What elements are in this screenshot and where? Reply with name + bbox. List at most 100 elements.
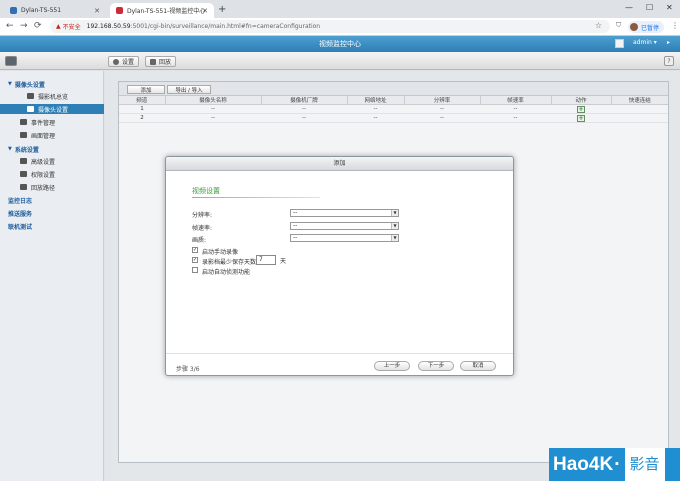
- col-channel[interactable]: 频道: [119, 96, 166, 105]
- cell-channel: 1: [119, 104, 165, 114]
- sidebar-link-push[interactable]: 推送服务: [0, 208, 104, 218]
- add-icon[interactable]: +: [577, 105, 585, 113]
- dialog-footer-divider: [166, 353, 513, 354]
- profile-button[interactable]: 已暂停: [628, 21, 665, 33]
- sidebar-item-advanced[interactable]: 高级设置: [0, 156, 104, 166]
- prev-step-button[interactable]: 上一步: [374, 361, 410, 371]
- back-button[interactable]: ←: [6, 21, 14, 31]
- table-row[interactable]: 1 -- -- -- -- -- +: [119, 104, 668, 114]
- minimize-button[interactable]: —: [625, 3, 633, 12]
- sidebar-item-label: 回放路径: [31, 184, 56, 192]
- resolution-select[interactable]: -- ▼: [290, 209, 399, 217]
- sidebar-group-system[interactable]: ▼ 系统设置: [0, 144, 104, 154]
- bookmark-star-icon[interactable]: ☆: [595, 21, 602, 30]
- sidebar-item-label: 高级设置: [31, 158, 56, 166]
- close-tab-icon[interactable]: ✕: [202, 7, 208, 15]
- toggle-sidebar-icon[interactable]: [5, 56, 17, 66]
- caret-down-icon: ▼: [8, 81, 12, 87]
- monitor-icon: [27, 93, 34, 99]
- quality-label: 画质:: [192, 237, 207, 244]
- url-path: :5001/cgi-bin/surveillance/main.html#fn=…: [130, 23, 321, 30]
- min-retention-checkbox[interactable]: ✓: [192, 257, 198, 263]
- user-avatar-icon[interactable]: [615, 39, 624, 48]
- sidebar: ▼ 摄像头设置 摄影机总览 摄像头设置 事件管理 画面管理 ▼ 系统设置 高级设…: [0, 71, 104, 481]
- cell-fps: --: [480, 104, 551, 114]
- col-ip[interactable]: 网络地址: [347, 96, 405, 105]
- retention-days-unit: 天: [280, 258, 287, 265]
- next-step-button[interactable]: 下一步: [418, 361, 454, 371]
- grid-icon: [20, 132, 27, 138]
- cancel-button[interactable]: 取消: [460, 361, 496, 371]
- browser-tab-surveillance[interactable]: Dylan-TS-551-视频监控中心 ✕: [110, 3, 214, 18]
- cell-quick-link: [611, 113, 668, 123]
- add-icon[interactable]: +: [577, 114, 585, 122]
- col-quick-link[interactable]: 快速连结: [611, 96, 668, 105]
- sidebar-item-event-management[interactable]: 事件管理: [0, 117, 104, 127]
- address-bar: ← → ⟳ ▲ 不安全 192.168.50.59 :5001/cgi-bin/…: [0, 18, 680, 36]
- group-label: 系统设置: [14, 146, 39, 154]
- nas-favicon-icon: [10, 7, 17, 14]
- add-camera-dialog: 添加 视频设置 分辨率: -- ▼ 帧速率: -- ▼ 画质: -- ▼ ✓ 启…: [165, 156, 514, 376]
- cell-fps: --: [480, 113, 551, 123]
- close-window-button[interactable]: ✕: [666, 3, 673, 12]
- sidebar-item-camera-settings[interactable]: 摄像头设置: [0, 104, 104, 114]
- auto-detection-label: 启动自动侦测功能: [202, 269, 251, 276]
- table-row[interactable]: 2 -- -- -- -- -- +: [119, 113, 668, 123]
- auto-detection-checkbox[interactable]: [192, 267, 198, 273]
- extension-icon[interactable]: ⛉: [616, 21, 621, 30]
- col-action[interactable]: 动作: [551, 96, 612, 105]
- user-menu[interactable]: admin ▾: [633, 39, 657, 46]
- col-fps[interactable]: 帧速率: [480, 96, 552, 105]
- col-camera-name[interactable]: 摄像头名称: [165, 96, 262, 105]
- chevron-down-icon: ▼: [391, 210, 398, 216]
- sidebar-group-camera[interactable]: ▼ 摄像头设置: [0, 79, 104, 89]
- sidebar-link-logs[interactable]: 监控日志: [0, 195, 104, 205]
- sidebar-item-permissions[interactable]: 权限设置: [0, 169, 104, 179]
- sidebar-item-playback-path[interactable]: 回放路径: [0, 182, 104, 192]
- cell-brand: --: [261, 113, 347, 123]
- table-header-row: 频道 摄像头名称 摄像机厂牌 网络地址 分辨率 帧速率 动作 快速连结: [119, 96, 668, 105]
- close-tab-icon[interactable]: ✕: [94, 7, 100, 15]
- wrench-icon: [20, 158, 27, 164]
- retention-days-input[interactable]: 7: [256, 255, 276, 265]
- group-label: 摄像头设置: [14, 81, 45, 89]
- gear-icon: [113, 58, 119, 65]
- browser-tab-nas[interactable]: Dylan-TS-551 ✕: [4, 3, 106, 18]
- url-host: 192.168.50.59: [86, 23, 131, 30]
- header-help-icon[interactable]: ▸: [667, 39, 670, 46]
- section-divider: [192, 197, 320, 198]
- export-import-button[interactable]: 导出 / 导入: [167, 85, 211, 94]
- sidebar-link-connection-test[interactable]: 联机测试: [0, 221, 104, 231]
- sidebar-item-layout-management[interactable]: 画面管理: [0, 130, 104, 140]
- quality-select[interactable]: -- ▼: [290, 234, 399, 242]
- cell-quick-link: [611, 104, 668, 114]
- add-camera-button[interactable]: 添加: [127, 85, 165, 94]
- col-resolution[interactable]: 分辨率: [404, 96, 481, 105]
- browser-menu-icon[interactable]: ⋮: [671, 21, 679, 30]
- sidebar-item-camera-overview[interactable]: 摄影机总览: [0, 91, 104, 101]
- url-field[interactable]: ▲ 不安全 192.168.50.59 :5001/cgi-bin/survei…: [50, 20, 610, 33]
- settings-button[interactable]: 设置: [108, 56, 140, 67]
- surveillance-favicon-icon: [116, 7, 123, 14]
- playback-label: 回放: [159, 59, 172, 66]
- sidebar-item-label: 摄像头设置: [38, 106, 69, 114]
- cell-channel: 2: [119, 113, 165, 123]
- playback-button[interactable]: 回放: [145, 56, 177, 67]
- col-brand[interactable]: 摄像机厂牌: [261, 96, 348, 105]
- sidebar-item-label: 权限设置: [31, 171, 56, 179]
- select-value: --: [293, 222, 298, 229]
- tab-title: Dylan-TS-551-视频监控中心: [127, 8, 206, 15]
- caret-down-icon: ▼: [8, 146, 12, 152]
- reload-button[interactable]: ⟳: [34, 21, 42, 31]
- maximize-button[interactable]: ☐: [646, 3, 653, 12]
- new-tab-button[interactable]: +: [218, 4, 226, 15]
- forward-button[interactable]: →: [20, 21, 28, 31]
- cell-brand: --: [261, 104, 347, 114]
- help-button[interactable]: ?: [664, 56, 674, 66]
- fps-select[interactable]: -- ▼: [290, 222, 399, 230]
- manual-recording-checkbox[interactable]: ✓: [192, 247, 198, 253]
- folder-icon: [20, 184, 27, 190]
- chevron-down-icon: ▼: [391, 223, 398, 229]
- profile-status: 已暂停: [641, 24, 660, 32]
- browser-tab-bar: Dylan-TS-551 ✕ Dylan-TS-551-视频监控中心 ✕ + —…: [0, 0, 680, 18]
